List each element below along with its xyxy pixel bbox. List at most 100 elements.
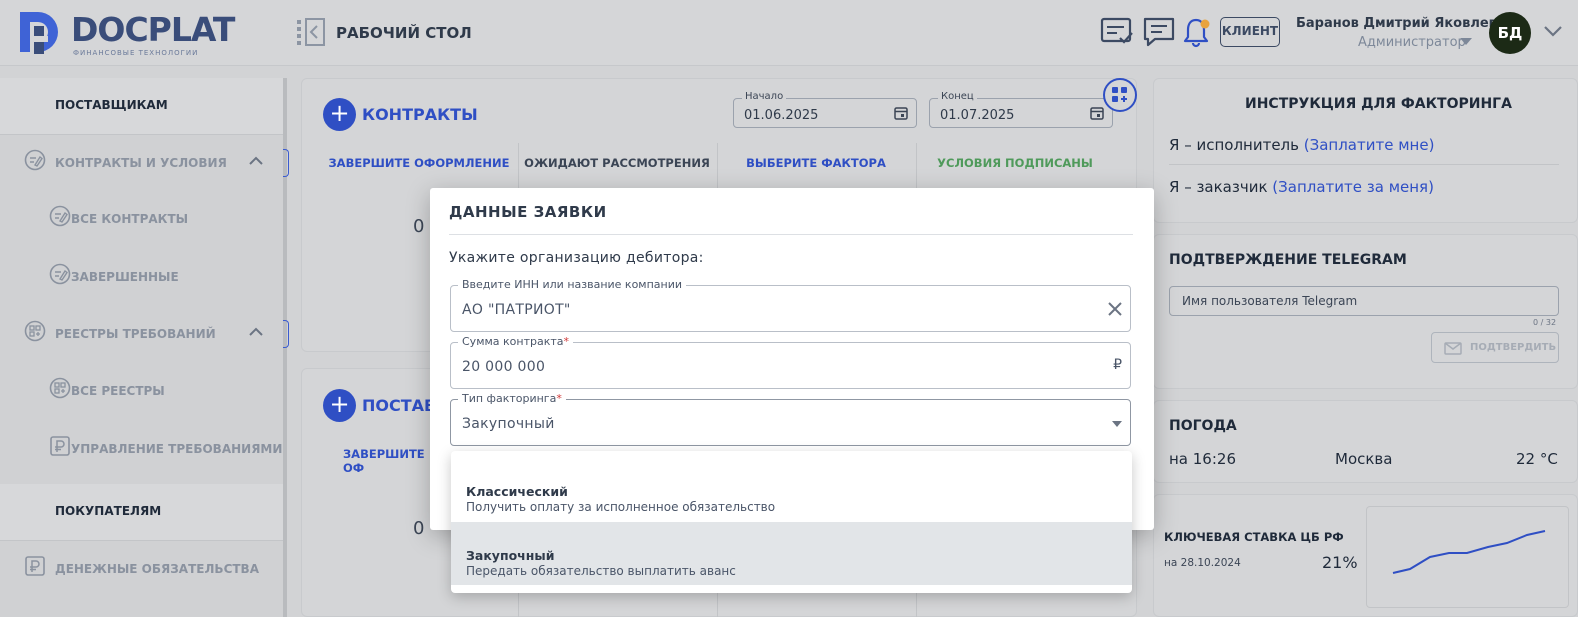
sidebar-item-manage-claims[interactable]: УПРАВЛЕНИЕ ТРЕБОВАНИЯМИ (0, 422, 286, 478)
instruction-executor[interactable]: Я – исполнитель (Заплатите мне) (1169, 136, 1434, 154)
tab-finish-registration[interactable]: ЗАВЕРШИТЕ ОФ (320, 447, 430, 475)
key-rate-date: на 28.10.2024 (1164, 557, 1241, 569)
telegram-placeholder: Имя пользователя Telegram (1182, 294, 1358, 308)
docplat-logo[interactable]: DOCPLAT ФИНАНСОВЫЕ ТЕХНОЛОГИИ (16, 6, 235, 60)
add-contract-button[interactable]: + (323, 98, 356, 131)
sidebar-item-label: ДЕНЕЖНЫЕ ОБЯЗАТЕЛЬСТВА (55, 562, 259, 576)
key-rate-sparkline (1366, 506, 1569, 608)
contract-amount-field[interactable]: Сумма контракта* 20 000 000 ₽ (450, 335, 1131, 389)
client-role-badge[interactable]: КЛИЕНТ (1220, 17, 1280, 47)
widgets-layout-button[interactable] (1103, 78, 1137, 112)
calendar-icon[interactable] (894, 106, 908, 120)
mail-icon (1444, 342, 1462, 355)
key-rate-value: 21% (1322, 553, 1358, 572)
org-field-value[interactable]: АО "ПАТРИОТ" (462, 302, 571, 318)
option-subtitle: Получить оплату за исполненное обязатель… (466, 500, 776, 514)
notification-bell-icon[interactable] (1180, 16, 1214, 48)
tab-choose-factor[interactable]: ВЫБЕРИТЕ ФАКТОРА (717, 156, 915, 170)
option-title: Закупочный (466, 548, 555, 563)
add-supply-button[interactable]: + (323, 389, 356, 422)
ruble-document-icon (50, 436, 70, 456)
chat-icon[interactable] (1142, 16, 1176, 48)
sidebar-item-label: ЗАВЕРШЕННЫЕ (71, 270, 179, 284)
tab-terms-signed[interactable]: УСЛОВИЯ ПОДПИСАНЫ (916, 156, 1114, 170)
dialog-title: ДАННЫЕ ЗАЯВКИ (449, 203, 607, 221)
close-icon[interactable] (1106, 300, 1124, 318)
sidebar-item-claims-registries[interactable]: РЕЕСТРЫ ТРЕБОВАНИЙ (0, 307, 286, 363)
weather-card (1153, 400, 1578, 483)
option-purchase[interactable]: Закупочный Передать обязательство выплат… (451, 522, 1132, 585)
sidebar-divider (0, 134, 286, 135)
contract-edit-icon (24, 149, 46, 171)
contract-edit-icon (49, 205, 71, 227)
sidebar-item-all-registries[interactable]: ВСЕ РЕЕСТРЫ (0, 364, 286, 420)
docplat-logo-icon (20, 12, 58, 54)
confirm-telegram-button[interactable]: ПОДТВЕРДИТЬ (1431, 332, 1559, 363)
page-title: РАБОЧИЙ СТОЛ (336, 24, 472, 42)
tab-finish-registration[interactable]: ЗАВЕРШИТЕ ОФОРМЛЕНИЕ (320, 156, 518, 170)
executor-prefix: Я – исполнитель (1169, 136, 1304, 154)
supplies-count: 0 (413, 518, 425, 539)
weather-title: ПОГОДА (1169, 418, 1237, 434)
amount-field-value[interactable]: 20 000 000 (462, 359, 545, 375)
start-date-value: 01.06.2025 (744, 108, 819, 123)
avatar[interactable]: БД (1489, 12, 1531, 54)
sidebar-item-completed[interactable]: ЗАВЕРШЕННЫЕ (0, 250, 286, 306)
column-divider (717, 143, 718, 193)
sidebar-item-all-contracts[interactable]: ВСЕ КОНТРАКТЫ (0, 192, 286, 248)
factoring-type-select[interactable]: Тип факторинга* Закупочный (450, 392, 1131, 446)
amount-label-text: Сумма контракта (462, 335, 564, 348)
tasks-icon[interactable] (1100, 16, 1134, 48)
dropdown-caret-icon[interactable] (1112, 421, 1122, 427)
end-date-label: Конец (938, 91, 977, 102)
sidebar-active-marker (283, 320, 289, 348)
user-role-select[interactable]: Администратор (1358, 35, 1466, 50)
column-divider (518, 590, 519, 617)
required-mark: * (563, 335, 570, 348)
registry-grid-icon (49, 377, 71, 399)
debtor-organization-field[interactable]: Введите ИНН или название компании АО "ПА… (450, 278, 1131, 332)
ruble-document-icon (25, 556, 45, 576)
customer-prefix: Я – заказчик (1169, 178, 1273, 196)
role-caret-icon[interactable] (1460, 38, 1472, 45)
sidebar-section-suppliers: ПОСТАВЩИКАМ (0, 78, 286, 134)
end-date-value: 01.07.2025 (940, 108, 1015, 123)
collapse-sidebar-icon[interactable] (296, 17, 326, 47)
debtor-prompt: Укажите организацию дебитора: (449, 250, 704, 266)
ruble-currency-icon: ₽ (1113, 357, 1122, 373)
weather-time: на 16:26 (1169, 450, 1236, 468)
chevron-down-icon[interactable] (1543, 24, 1563, 38)
section-suppliers-label: ПОСТАВЩИКАМ (55, 98, 168, 112)
option-classic[interactable]: Классический Получить оплату за исполнен… (451, 459, 1132, 522)
pay-for-me-link[interactable]: (Заплатите за меня) (1272, 178, 1434, 196)
sidebar-item-money-obligations[interactable]: ДЕНЕЖНЫЕ ОБЯЗАТЕЛЬСТВА (0, 542, 286, 598)
sidebar-active-marker (283, 149, 289, 177)
divider (1169, 164, 1559, 165)
user-name: Баранов Дмитрий Яковлевич (1296, 16, 1515, 31)
instruction-customer[interactable]: Я – заказчик (Заплатите за меня) (1169, 178, 1434, 196)
column-divider (518, 143, 519, 193)
tab-awaiting-review[interactable]: ОЖИДАЮТ РАССМОТРЕНИЯ (518, 156, 716, 170)
end-date-field[interactable]: Конец 01.07.2025 (929, 91, 1113, 128)
grid-add-icon (1112, 87, 1127, 102)
type-field-label: Тип факторинга* (458, 392, 566, 405)
sidebar-item-contracts-and-terms[interactable]: КОНТРАКТЫ И УСЛОВИЯ (0, 136, 286, 192)
column-divider (717, 590, 718, 617)
sparkline-chart (1392, 530, 1546, 574)
telegram-title: ПОДТВЕРЖДЕНИЕ TELEGRAM (1169, 252, 1407, 268)
sidebar-item-label: ВСЕ РЕЕСТРЫ (71, 384, 165, 398)
start-date-label: Начало (742, 91, 787, 102)
org-field-label: Введите ИНН или название компании (458, 278, 687, 291)
factoring-type-dropdown: Классический Получить оплату за исполнен… (451, 451, 1132, 593)
sidebar-divider (0, 540, 286, 541)
chevron-up-icon[interactable] (248, 155, 264, 167)
telegram-username-input[interactable]: Имя пользователя Telegram (1169, 286, 1559, 316)
calendar-icon[interactable] (1090, 106, 1104, 120)
required-mark: * (556, 392, 562, 405)
pay-me-link[interactable]: (Заплатите мне) (1304, 136, 1435, 154)
instructions-title: ИНСТРУКЦИЯ ДЛЯ ФАКТОРИНГА (1245, 96, 1512, 112)
start-date-field[interactable]: Начало 01.06.2025 (733, 91, 917, 128)
type-field-value[interactable]: Закупочный (462, 416, 555, 432)
chevron-up-icon[interactable] (248, 326, 264, 338)
sidebar-item-label: РЕЕСТРЫ ТРЕБОВАНИЙ (55, 327, 216, 341)
